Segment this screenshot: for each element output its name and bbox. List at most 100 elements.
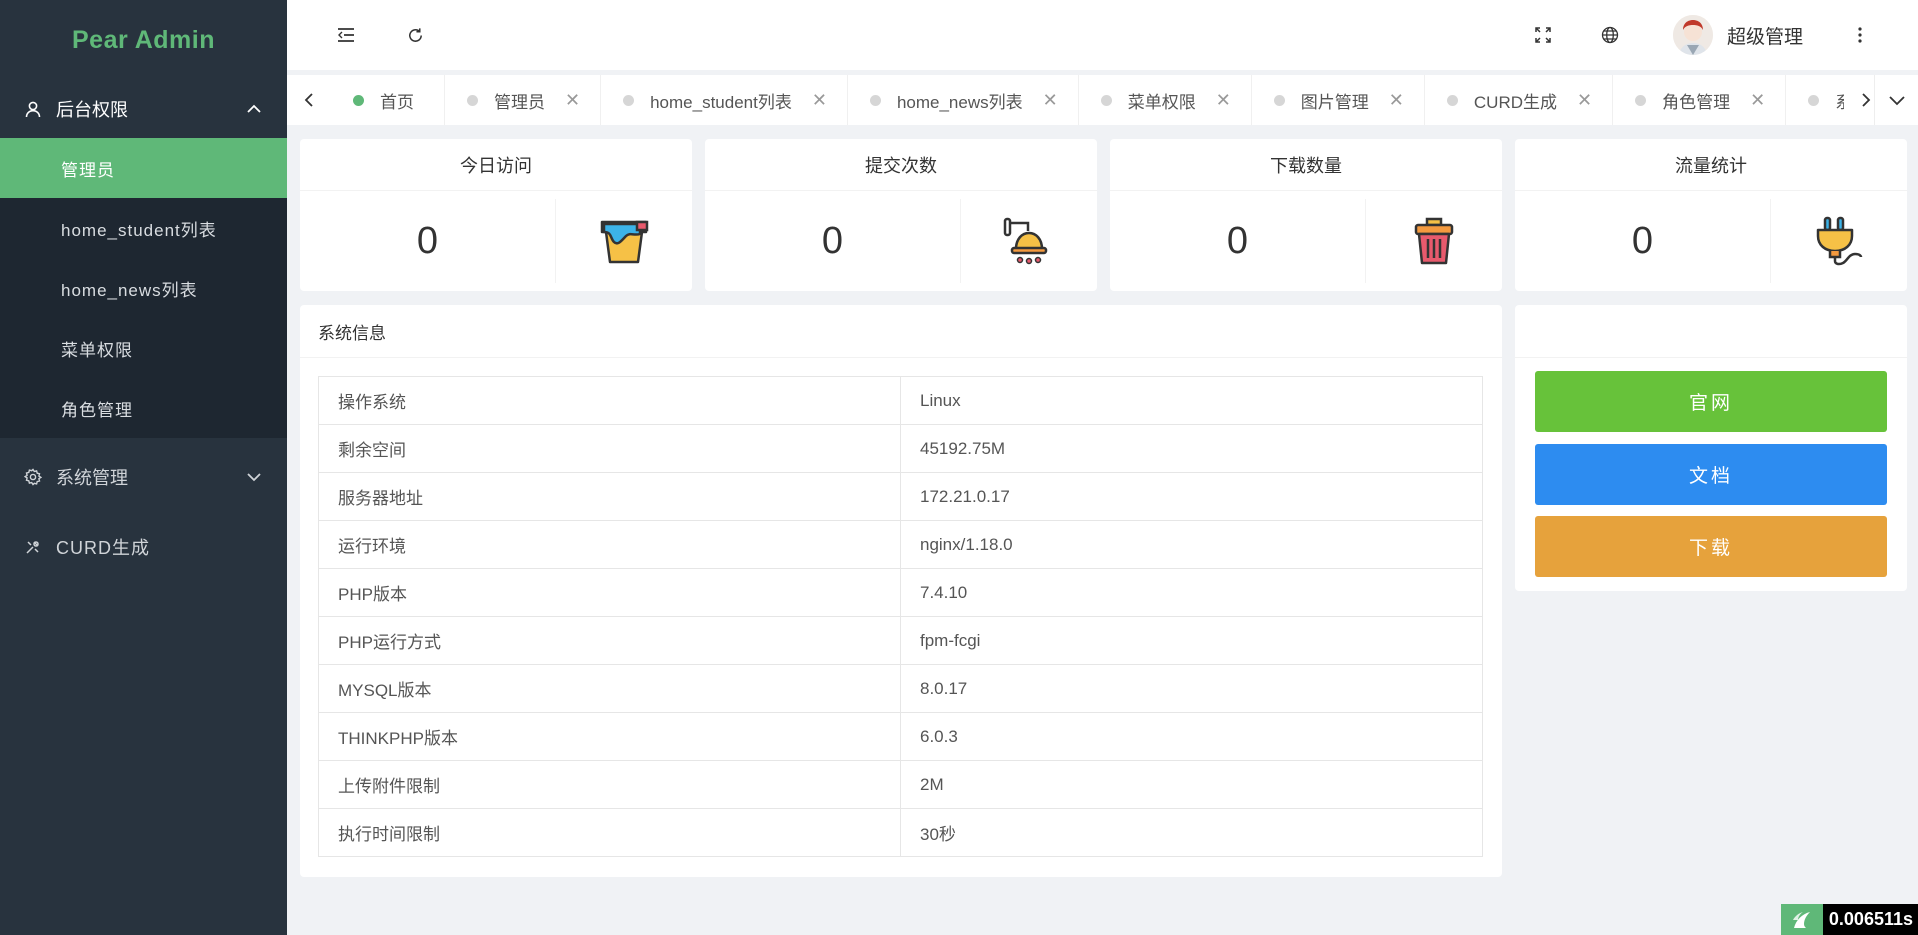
sidebar-item-menu-permissions[interactable]: 菜单权限 <box>0 318 287 378</box>
info-key: 上传附件限制 <box>318 760 901 809</box>
tab-menu-permissions[interactable]: 菜单权限 ✕ <box>1079 75 1252 125</box>
stat-value: 0 <box>416 219 439 262</box>
stat-value: 0 <box>1226 219 1249 262</box>
stat-card-downloads: 下载数量 0 <box>1110 139 1502 291</box>
close-icon[interactable]: ✕ <box>1577 91 1592 109</box>
chevron-left-icon <box>304 93 313 107</box>
timer-value: 0.006511s <box>1828 909 1913 929</box>
tab-label: home_news列表 <box>896 92 1023 112</box>
tools-icon <box>24 538 42 556</box>
table-row: 剩余空间 45192.75M <box>318 424 1483 473</box>
tab-status-dot <box>1100 94 1112 106</box>
app-logo[interactable]: Pear Admin <box>0 0 287 80</box>
trash-bin-icon <box>1365 199 1502 283</box>
sidebar-group-label: CURD生成 <box>56 538 150 558</box>
links-panel: 官网 文档 下载 <box>1515 305 1907 591</box>
stat-title: 提交次数 <box>705 139 1097 191</box>
close-icon[interactable]: ✕ <box>565 91 580 109</box>
gear-icon <box>24 468 42 486</box>
stat-card-traffic: 流量统计 0 <box>1515 139 1907 291</box>
system-info-title: 系统信息 <box>300 305 1502 358</box>
tab-label: home_student列表 <box>650 92 792 112</box>
thinkphp-logo-icon <box>1780 904 1823 935</box>
tab-label: CURD生成 <box>1473 92 1557 112</box>
sidebar-item-roles[interactable]: 角色管理 <box>0 378 287 438</box>
table-row: THINKPHP版本 6.0.3 <box>318 712 1483 761</box>
table-row: 服务器地址 172.21.0.17 <box>318 472 1483 521</box>
info-value: 30秒 <box>900 808 1483 857</box>
info-key: 服务器地址 <box>318 472 901 521</box>
sidebar-item-admin[interactable]: 管理员 <box>0 138 287 198</box>
close-icon[interactable]: ✕ <box>1216 91 1231 109</box>
stat-card-submissions: 提交次数 0 <box>705 139 1097 291</box>
tab-image-management[interactable]: 图片管理 ✕ <box>1252 75 1425 125</box>
tab-dropdown-button[interactable] <box>1874 75 1918 125</box>
tab-home-student[interactable]: home_student列表 ✕ <box>601 75 848 125</box>
tab-bar: 首页 管理员 ✕ home_student列表 ✕ home_news列表 ✕ … <box>287 75 1918 125</box>
tab-label: 首页 <box>380 92 414 112</box>
stat-value: 0 <box>1631 219 1654 262</box>
tab-label: 角色管理 <box>1662 92 1731 112</box>
close-icon[interactable]: ✕ <box>1043 91 1058 109</box>
tab-status-dot <box>869 94 881 106</box>
info-value: nginx/1.18.0 <box>900 520 1483 569</box>
tab-status-dot <box>1808 94 1820 106</box>
tab-roles[interactable]: 角色管理 ✕ <box>1613 75 1787 125</box>
more-vertical-icon[interactable] <box>1847 22 1873 48</box>
system-info-panel: 系统信息 操作系统 Linux 剩余空间 45192.75M 服务器地址 172.21… <box>300 305 1502 877</box>
sidebar-item-curd[interactable]: CURD生成 <box>0 518 287 576</box>
sidebar: Pear Admin 后台权限 管理员 home_student列表 home_… <box>0 0 287 935</box>
tab-home-news[interactable]: home_news列表 ✕ <box>848 75 1079 125</box>
tab-curd[interactable]: CURD生成 ✕ <box>1425 75 1614 125</box>
sidebar-group-permissions[interactable]: 后台权限 <box>0 80 287 138</box>
info-key: PHP版本 <box>318 568 901 617</box>
info-key: 运行环境 <box>318 520 901 569</box>
info-value: 45192.75M <box>900 424 1483 473</box>
table-row: PHP运行方式 fpm-fcgi <box>318 616 1483 665</box>
official-site-button[interactable]: 官网 <box>1535 371 1887 432</box>
close-icon[interactable]: ✕ <box>1389 91 1404 109</box>
sidebar-group-label: 系统管理 <box>56 468 128 488</box>
tab-home[interactable]: 首页 <box>331 75 445 125</box>
paint-bucket-icon <box>555 199 692 283</box>
table-row: 操作系统 Linux <box>318 376 1483 425</box>
table-row: MYSQL版本 8.0.17 <box>318 664 1483 713</box>
links-panel-header <box>1515 305 1907 358</box>
close-icon[interactable]: ✕ <box>1750 91 1765 109</box>
info-value: 7.4.10 <box>900 568 1483 617</box>
info-key: MYSQL版本 <box>318 664 901 713</box>
chevron-down-icon <box>245 468 263 486</box>
system-info-table: 操作系统 Linux 剩余空间 45192.75M 服务器地址 172.21.0.17… <box>318 376 1483 857</box>
sidebar-group-system[interactable]: 系统管理 <box>0 448 287 506</box>
tab-label: 菜单权限 <box>1127 92 1196 112</box>
tab-status-dot <box>353 94 364 106</box>
chevron-right-icon <box>1862 93 1871 107</box>
debug-timer-badge[interactable]: 0.006511s <box>1780 904 1918 935</box>
docs-button[interactable]: 文档 <box>1535 444 1887 505</box>
tab-label: 图片管理 <box>1300 92 1369 112</box>
info-key: 剩余空间 <box>318 424 901 473</box>
download-button[interactable]: 下载 <box>1535 516 1887 577</box>
tab-admin[interactable]: 管理员 ✕ <box>445 75 602 125</box>
tab-status-dot <box>1273 94 1285 106</box>
info-key: THINKPHP版本 <box>318 712 901 761</box>
sidebar-item-home-news[interactable]: home_news列表 <box>0 258 287 318</box>
info-value: fpm-fcgi <box>900 616 1483 665</box>
chevron-up-icon <box>245 100 263 118</box>
tabs-list: 首页 管理员 ✕ home_student列表 ✕ home_news列表 ✕ … <box>331 75 1861 125</box>
refresh-icon[interactable] <box>402 22 428 48</box>
menu-collapse-icon[interactable] <box>333 22 359 48</box>
user-menu[interactable]: 超级管理 <box>1673 14 1803 56</box>
tab-status-dot <box>623 94 635 106</box>
sidebar-item-home-student[interactable]: home_student列表 <box>0 198 287 258</box>
fullscreen-icon[interactable] <box>1530 22 1556 48</box>
sidebar-submenu: 管理员 home_student列表 home_news列表 菜单权限 角色管理 <box>0 138 287 438</box>
stat-title: 下载数量 <box>1110 139 1502 191</box>
tab-scroll-left-button[interactable] <box>287 75 331 125</box>
close-icon[interactable]: ✕ <box>812 91 827 109</box>
sidebar-group-label: 后台权限 <box>56 100 128 120</box>
info-key: 执行时间限制 <box>318 808 901 857</box>
info-value: 172.21.0.17 <box>900 472 1483 521</box>
globe-icon[interactable] <box>1597 22 1623 48</box>
info-value: 8.0.17 <box>900 664 1483 713</box>
